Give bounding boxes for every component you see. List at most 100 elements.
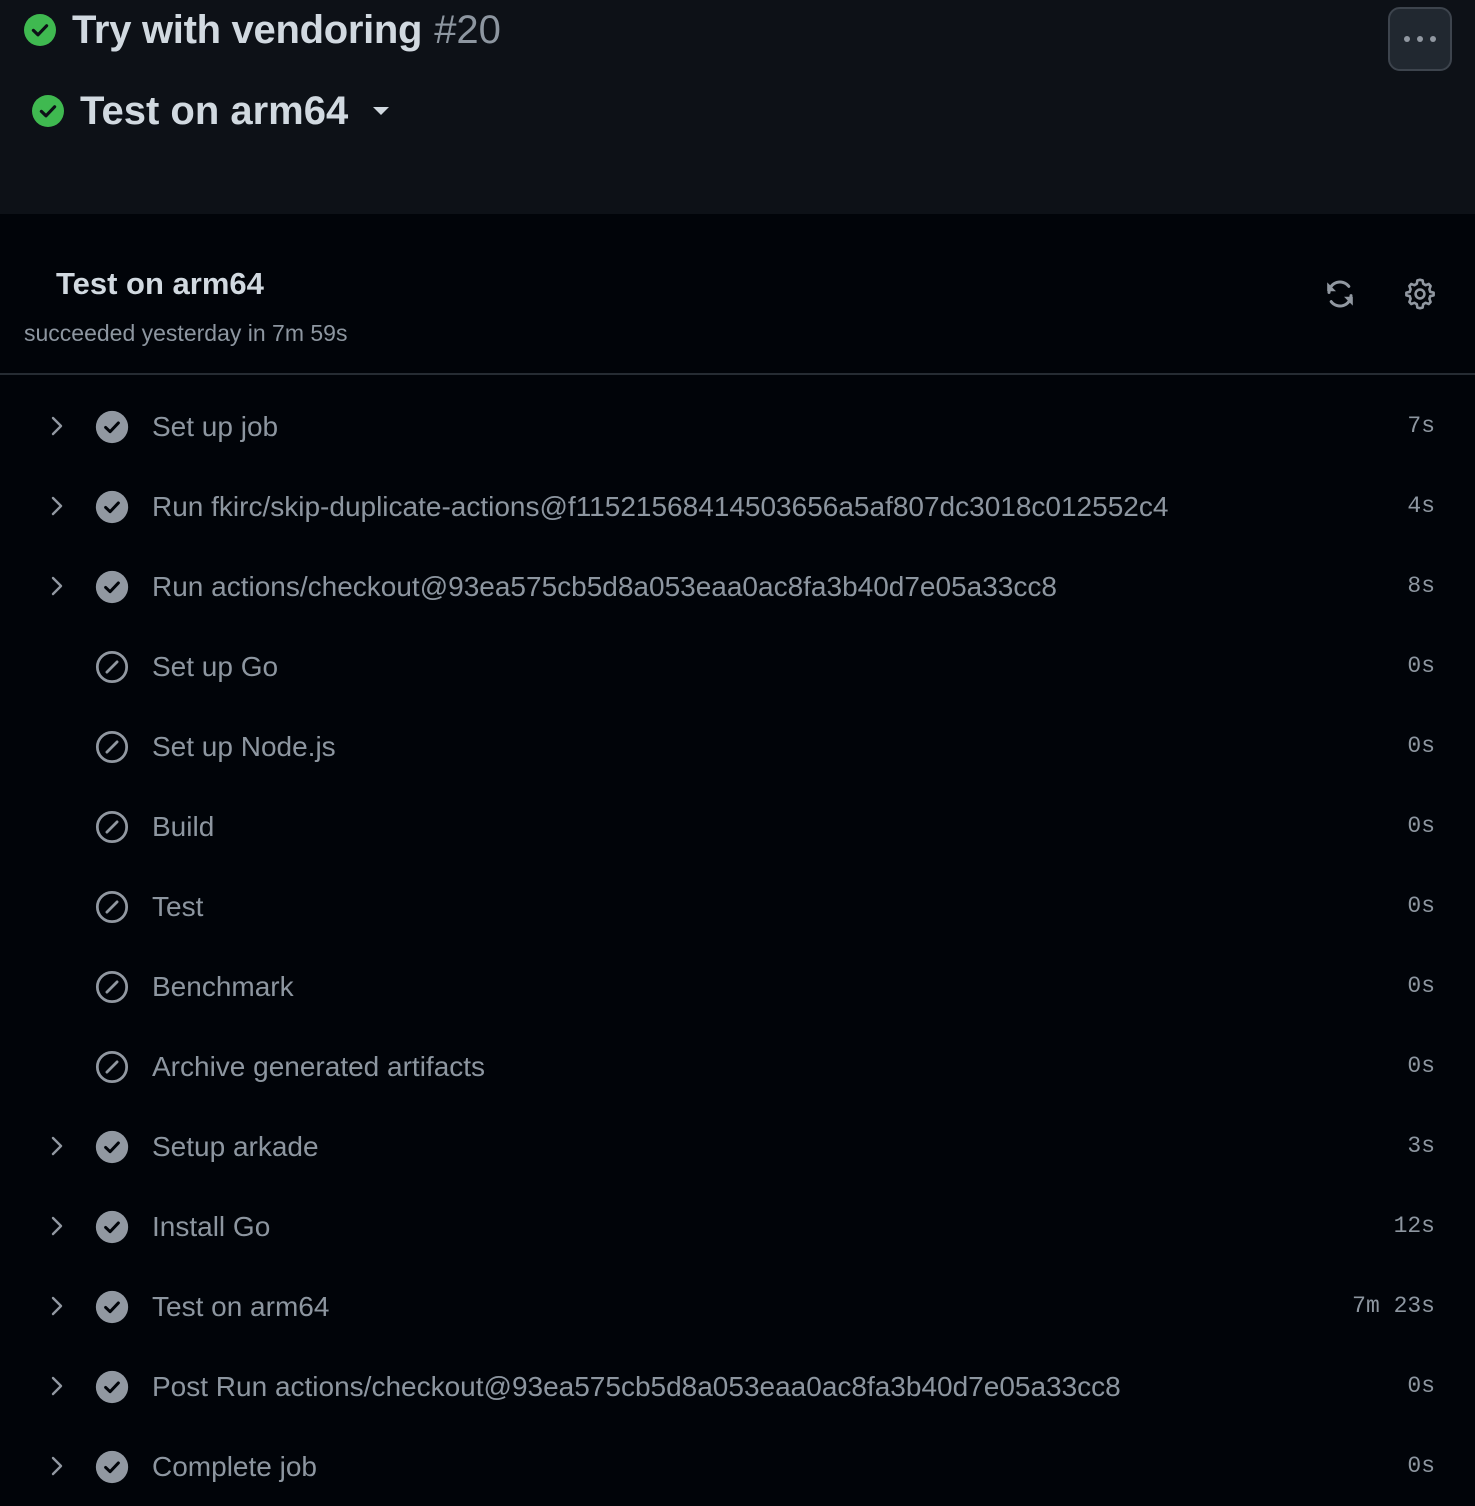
step-row[interactable]: Set up job 7s [0, 386, 1475, 466]
sync-icon [1327, 280, 1353, 308]
job-name: Test on arm64 [56, 266, 264, 301]
step-name: Set up Node.js [152, 731, 336, 762]
step-name: Set up job [152, 411, 279, 442]
expand-step-button[interactable] [45, 414, 69, 438]
step-row: Benchmark 0s [0, 946, 1475, 1026]
expand-step-button[interactable] [45, 1374, 69, 1398]
step-status-success [95, 490, 129, 524]
skip-icon [95, 810, 129, 844]
step-status-skipped [95, 1050, 129, 1084]
step-row: Archive generated artifacts 0s [0, 1026, 1475, 1106]
step-duration: 0s [1407, 813, 1435, 839]
step-duration: 4s [1407, 493, 1435, 519]
step-name: Build [152, 811, 215, 842]
step-row[interactable]: Run fkirc/skip-duplicate-actions@f115215… [0, 466, 1475, 546]
chevron-right-icon [51, 576, 63, 596]
expand-step-button[interactable] [45, 1214, 69, 1238]
gear-icon [1405, 278, 1435, 310]
step-name: Benchmark [152, 971, 294, 1002]
step-name: Post Run actions/checkout@93ea575cb5d8a0… [152, 1371, 1121, 1402]
chevron-right-icon [51, 496, 63, 516]
step-duration: 3s [1407, 1133, 1435, 1159]
step-status-skipped [95, 890, 129, 924]
steps-list: Set up job 7s Run fkirc/skip-duplicate-act… [0, 386, 1475, 1506]
check-circle-fill-icon [95, 1130, 129, 1164]
step-row[interactable]: Post Run actions/checkout@93ea575cb5d8a0… [0, 1346, 1475, 1426]
kebab-horizontal-icon [1404, 36, 1436, 42]
step-name: Test [152, 891, 204, 922]
expand-step-button[interactable] [45, 1134, 69, 1158]
step-duration: 0s [1407, 893, 1435, 919]
step-status-success [95, 570, 129, 604]
skip-icon [95, 970, 129, 1004]
job-summary: succeeded yesterday in 7m 59s [24, 320, 348, 346]
step-name: Archive generated artifacts [152, 1051, 486, 1082]
step-status-skipped [95, 810, 129, 844]
chevron-right-icon [51, 1216, 63, 1236]
step-duration: 7s [1407, 413, 1435, 439]
run-header: Try with vendoring #20 Test on arm64 [0, 0, 1475, 214]
check-circle-fill-icon [95, 410, 129, 444]
run-title: Try with vendoring [72, 7, 423, 52]
chevron-right-icon [51, 1136, 63, 1156]
skip-icon [95, 730, 129, 764]
step-duration: 0s [1407, 1453, 1435, 1479]
step-status-success [95, 1290, 129, 1324]
step-duration: 0s [1407, 1373, 1435, 1399]
skip-icon [95, 1050, 129, 1084]
step-status-success [95, 1450, 129, 1484]
run-number: #20 [434, 7, 501, 52]
step-name: Install Go [152, 1211, 271, 1242]
step-duration: 12s [1393, 1213, 1435, 1239]
chevron-right-icon [51, 416, 63, 436]
step-status-success [95, 410, 129, 444]
expand-step-button[interactable] [45, 1454, 69, 1478]
step-duration: 0s [1407, 973, 1435, 999]
job-dropdown-button[interactable] [372, 102, 390, 120]
step-status-skipped [95, 970, 129, 1004]
step-row[interactable]: Complete job 0s [0, 1426, 1475, 1506]
job-panel: Test on arm64 succeeded yesterday in 7m … [0, 214, 1475, 1505]
step-row: Set up Go 0s [0, 626, 1475, 706]
step-row[interactable]: Run actions/checkout@93ea575cb5d8a053eaa… [0, 546, 1475, 626]
step-duration: 0s [1407, 733, 1435, 759]
step-name: Run fkirc/skip-duplicate-actions@f115215… [152, 491, 1169, 522]
check-circle-fill-icon [95, 570, 129, 604]
step-name: Test on arm64 [152, 1291, 330, 1322]
step-row[interactable]: Setup arkade 3s [0, 1106, 1475, 1186]
skip-icon [95, 650, 129, 684]
step-name: Set up Go [152, 651, 279, 682]
chevron-right-icon [51, 1296, 63, 1316]
step-row: Test 0s [0, 866, 1475, 946]
step-status-skipped [95, 730, 129, 764]
step-duration: 7m 23s [1352, 1293, 1435, 1319]
check-circle-fill-icon [95, 1290, 129, 1324]
skip-icon [95, 890, 129, 924]
step-status-skipped [95, 650, 129, 684]
expand-step-button[interactable] [45, 494, 69, 518]
step-status-success [95, 1130, 129, 1164]
step-status-success [95, 1210, 129, 1244]
step-duration: 0s [1407, 1053, 1435, 1079]
triangle-down-icon [373, 107, 390, 115]
step-row[interactable]: Test on arm64 7m 23s [0, 1266, 1475, 1346]
step-name: Setup arkade [152, 1131, 319, 1162]
expand-step-button[interactable] [45, 1294, 69, 1318]
expand-step-button[interactable] [45, 574, 69, 598]
step-status-success [95, 1370, 129, 1404]
settings-button[interactable] [1396, 270, 1444, 318]
job-title[interactable]: Test on arm64 [80, 89, 348, 134]
step-name: Complete job [152, 1451, 317, 1482]
check-circle-fill-icon [32, 95, 64, 127]
more-actions-button[interactable] [1388, 7, 1452, 71]
check-circle-fill-icon [24, 14, 56, 46]
step-row[interactable]: Install Go 12s [0, 1186, 1475, 1266]
step-duration: 8s [1407, 573, 1435, 599]
step-row: Build 0s [0, 786, 1475, 866]
check-circle-fill-icon [95, 490, 129, 524]
check-circle-fill-icon [95, 1210, 129, 1244]
run-title-row: Try with vendoring #20 [24, 8, 501, 52]
check-circle-fill-icon [95, 1450, 129, 1484]
check-circle-fill-icon [95, 1370, 129, 1404]
rerun-button[interactable] [1316, 270, 1364, 318]
